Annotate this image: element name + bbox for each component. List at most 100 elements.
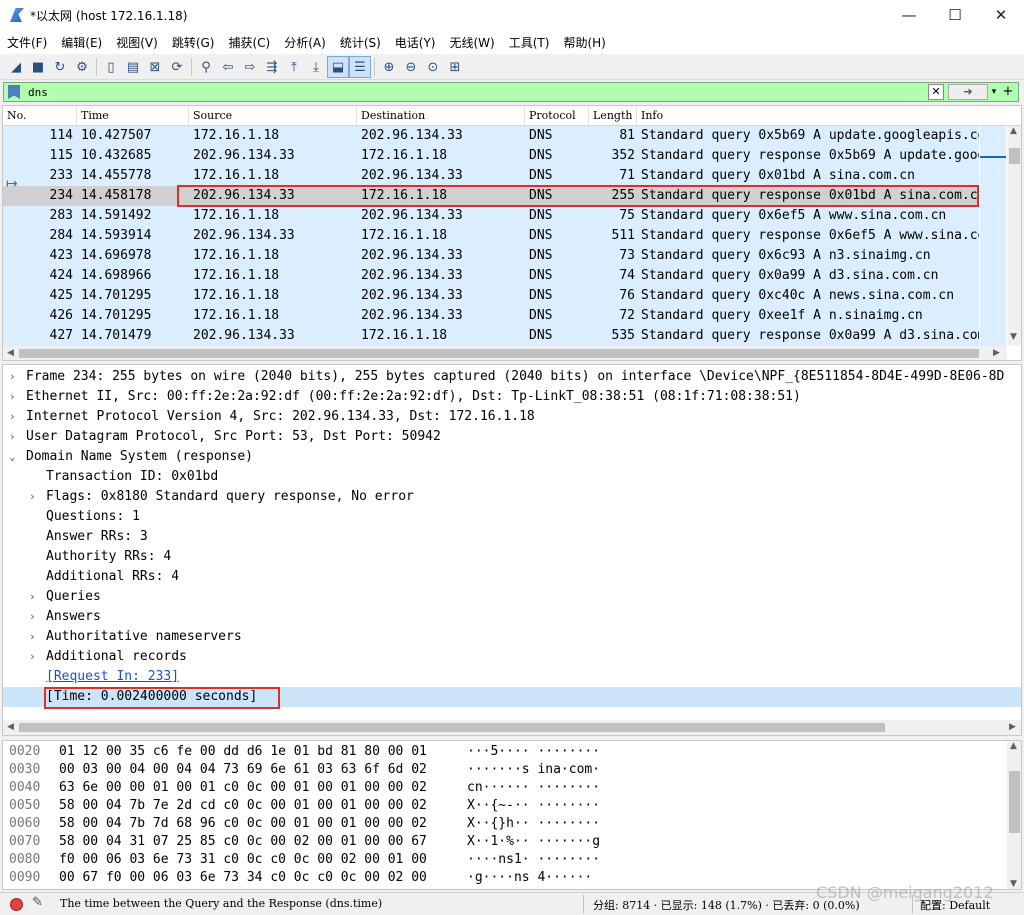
resize-columns-icon[interactable]: ⊞: [444, 56, 466, 78]
clear-filter-icon[interactable]: ✕: [928, 84, 944, 100]
detail-tree-row[interactable]: [Request In: 233]: [3, 667, 1021, 687]
hex-ascii-cell[interactable]: ·g····ns 4······: [467, 869, 592, 887]
hex-ascii-cell[interactable]: X··1·%·· ·······g: [467, 833, 600, 851]
detail-tree-row[interactable]: Authority RRs: 4: [3, 547, 1021, 567]
hex-bytes-cell[interactable]: 58 00 04 7b 7e 2d cd c0 0c 00 01 00 01 0…: [59, 797, 427, 815]
go-to-packet-icon[interactable]: ⇶: [261, 56, 283, 78]
packet-row[interactable]: 233 14.455778 172.16.1.18 202.96.134.33 DNS 7…: [3, 166, 979, 186]
filter-bookmark-icon[interactable]: [8, 85, 20, 99]
open-file-icon[interactable]: ▯: [100, 56, 122, 78]
menu-item-9[interactable]: 工具(T): [502, 34, 557, 51]
packet-row[interactable]: 425 14.701295 172.16.1.18 202.96.134.33 DNS 7…: [3, 286, 979, 306]
find-packet-icon[interactable]: ⚲: [195, 56, 217, 78]
details-scroll-right-icon[interactable]: ▶: [1009, 722, 1016, 732]
hex-bytes-cell[interactable]: f0 00 06 03 6e 73 31 c0 0c c0 0c 00 02 0…: [59, 851, 427, 869]
collapsed-chevron-icon[interactable]: ›: [29, 647, 36, 667]
request-in-link[interactable]: [Request In: 233]: [46, 667, 179, 687]
collapsed-chevron-icon[interactable]: ›: [9, 427, 16, 447]
go-forward-icon[interactable]: ⇨: [239, 56, 261, 78]
hex-bytes-cell[interactable]: 63 6e 00 00 01 00 01 c0 0c 00 01 00 01 0…: [59, 779, 427, 797]
packet-list-vscroll-thumb[interactable]: [1009, 148, 1020, 164]
column-header-destination[interactable]: Destination: [357, 106, 525, 126]
collapsed-chevron-icon[interactable]: ›: [9, 367, 16, 387]
last-packet-icon[interactable]: ⤓: [305, 56, 327, 78]
hex-ascii-cell[interactable]: ····ns1· ········: [467, 851, 600, 869]
packet-list-minimap[interactable]: [980, 126, 1006, 346]
hex-ascii-cell[interactable]: X··{}h·· ········: [467, 815, 600, 833]
packet-row[interactable]: 115 10.432685 202.96.134.33 172.16.1.18 DNS 3…: [3, 146, 979, 166]
detail-tree-row[interactable]: Transaction ID: 0x01bd: [3, 467, 1021, 487]
detail-tree-row[interactable]: › Internet Protocol Version 4, Src: 202.9…: [3, 407, 1021, 427]
column-header-no[interactable]: No.: [3, 106, 77, 126]
hex-ascii-cell[interactable]: cn······ ········: [467, 779, 600, 797]
colorize-icon[interactable]: ☰: [349, 56, 371, 78]
hex-ascii-cell[interactable]: X··{~-·· ········: [467, 797, 600, 815]
minimize-button[interactable]: —: [886, 0, 932, 30]
column-header-time[interactable]: Time: [77, 106, 189, 126]
scroll-right-icon[interactable]: ▶: [993, 348, 1000, 358]
expert-info-icon[interactable]: [10, 898, 23, 911]
packet-row[interactable]: 427 14.701479 202.96.134.33 172.16.1.18 DNS 5…: [3, 326, 979, 346]
scroll-left-icon[interactable]: ◀: [7, 348, 14, 358]
zoom-in-icon[interactable]: ⊕: [378, 56, 400, 78]
detail-tree-row[interactable]: › Answers: [3, 607, 1021, 627]
detail-tree-row[interactable]: › Queries: [3, 587, 1021, 607]
collapsed-chevron-icon[interactable]: ›: [9, 387, 16, 407]
packet-list-hscrollbar[interactable]: ◀ ▶: [3, 346, 1007, 360]
packet-row[interactable]: 284 14.593914 202.96.134.33 172.16.1.18 DNS 5…: [3, 226, 979, 246]
menu-item-1[interactable]: 编辑(E): [54, 34, 109, 51]
hex-ascii-cell[interactable]: ···5···· ········: [467, 743, 600, 761]
save-file-icon[interactable]: ▤: [122, 56, 144, 78]
detail-tree-row[interactable]: › Flags: 0x8180 Standard query response, …: [3, 487, 1021, 507]
maximize-button[interactable]: ☐: [932, 0, 978, 30]
packet-row[interactable]: 426 14.701295 172.16.1.18 202.96.134.33 DNS 7…: [3, 306, 979, 326]
start-capture-icon[interactable]: ◢: [5, 56, 27, 78]
menu-item-2[interactable]: 视图(V): [109, 34, 165, 51]
menu-item-10[interactable]: 帮助(H): [556, 34, 612, 51]
reload-file-icon[interactable]: ⟳: [166, 56, 188, 78]
details-hscroll-thumb[interactable]: [19, 723, 885, 732]
packet-list-vscrollbar[interactable]: ▲ ▼: [1007, 126, 1021, 346]
hex-ascii-cell[interactable]: ·······s ina·com·: [467, 761, 600, 779]
packet-row[interactable]: 423 14.696978 172.16.1.18 202.96.134.33 DNS 7…: [3, 246, 979, 266]
detail-tree-row[interactable]: › Ethernet II, Src: 00:ff:2e:2a:92:df (00…: [3, 387, 1021, 407]
restart-capture-icon[interactable]: ↻: [49, 56, 71, 78]
display-filter-bar[interactable]: dns ✕ ➜ ▾ +: [3, 82, 1019, 102]
expanded-chevron-icon[interactable]: ⌄: [9, 447, 16, 467]
bytes-vscroll-thumb[interactable]: [1009, 771, 1020, 833]
zoom-out-icon[interactable]: ⊖: [400, 56, 422, 78]
bytes-scroll-up-icon[interactable]: ▲: [1010, 741, 1017, 751]
bytes-scroll-down-icon[interactable]: ▼: [1010, 879, 1017, 889]
menu-item-5[interactable]: 分析(A): [277, 34, 333, 51]
detail-tree-row[interactable]: Answer RRs: 3: [3, 527, 1021, 547]
menu-item-7[interactable]: 电话(Y): [388, 34, 443, 51]
menu-item-0[interactable]: 文件(F): [0, 34, 54, 51]
details-scroll-left-icon[interactable]: ◀: [7, 722, 14, 732]
scroll-up-icon[interactable]: ▲: [1010, 126, 1017, 136]
hex-bytes-cell[interactable]: 58 00 04 7b 7d 68 96 c0 0c 00 01 00 01 0…: [59, 815, 427, 833]
hex-bytes-cell[interactable]: 58 00 04 31 07 25 85 c0 0c 00 02 00 01 0…: [59, 833, 427, 851]
detail-tree-row[interactable]: › User Datagram Protocol, Src Port: 53, D…: [3, 427, 1021, 447]
detail-tree-row[interactable]: › Additional records: [3, 647, 1021, 667]
packet-row[interactable]: 283 14.591492 172.16.1.18 202.96.134.33 DNS 7…: [3, 206, 979, 226]
apply-filter-button[interactable]: ➜: [948, 84, 988, 100]
capture-options-icon[interactable]: ⚙: [71, 56, 93, 78]
menu-item-3[interactable]: 跳转(G): [165, 34, 222, 51]
column-header-length[interactable]: Length: [589, 106, 637, 126]
collapsed-chevron-icon[interactable]: ›: [29, 627, 36, 647]
packet-row[interactable]: 424 14.698966 172.16.1.18 202.96.134.33 DNS 7…: [3, 266, 979, 286]
stop-capture-icon[interactable]: ■: [27, 56, 49, 78]
collapsed-chevron-icon[interactable]: ›: [29, 487, 36, 507]
menu-item-4[interactable]: 捕获(C): [221, 34, 277, 51]
edit-comment-icon[interactable]: ✎: [32, 895, 43, 910]
packet-row[interactable]: 114 10.427507 172.16.1.18 202.96.134.33 DNS 8…: [3, 126, 979, 146]
detail-tree-row[interactable]: Questions: 1: [3, 507, 1021, 527]
column-header-source[interactable]: Source: [189, 106, 357, 126]
details-hscrollbar[interactable]: ◀ ▶: [3, 720, 1021, 735]
detail-tree-row[interactable]: › Frame 234: 255 bytes on wire (2040 bits…: [3, 367, 1021, 387]
collapsed-chevron-icon[interactable]: ›: [29, 607, 36, 627]
column-header-info[interactable]: Info: [637, 106, 1021, 126]
display-filter-input[interactable]: dns: [28, 86, 48, 99]
collapsed-chevron-icon[interactable]: ›: [9, 407, 16, 427]
hex-bytes-cell[interactable]: 00 67 f0 00 06 03 6e 73 34 c0 0c c0 0c 0…: [59, 869, 427, 887]
